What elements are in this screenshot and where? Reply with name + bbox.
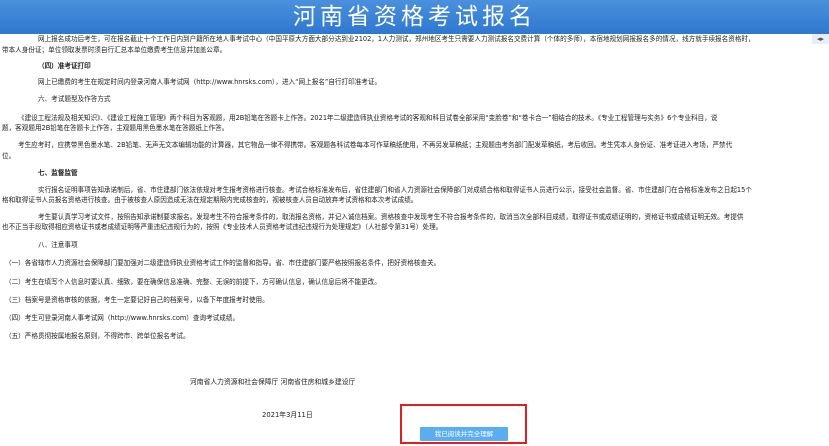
notice-document: 网上报名成功后考生，可在报名截止十个工作日内到户籍所在地人事考试中心（中国平原大… <box>0 0 829 446</box>
list-item: （三）档案号是资格审核的依据，考生一定要记好自己的档案号，以备下年度报考时使用。 <box>5 296 269 304</box>
issuer-signature: 河南省人力资源和社会保障厅 河南省住房和城乡建设厅 <box>190 378 356 386</box>
list-item: （五）严格贯彻按属地报名原则，不得跨市、跨单位报名考试。 <box>5 332 190 340</box>
list-item: （四）考生可登录河南人事考试网（http://www.hnrsks.com）查询… <box>5 314 240 322</box>
paragraph-text: 考生应考时，应携带黑色墨水笔、2B铅笔、无声无文本编辑功能的计算器，其它物品一律… <box>18 141 733 149</box>
paragraph-text: 网上报名成功后考生，可在报名截止十个工作日内到户籍所在地人事考试中心（中国平原大… <box>38 35 755 43</box>
paragraph-text: 题，客观题用2B铅笔在答题卡上作答，主观题用黑色墨水笔在答题纸上作答。 <box>2 124 229 132</box>
paragraph-text: 《建设工程法规及相关知识》、《建设工程施工管理》两个科目为客观题，用2B铅笔在答… <box>18 114 718 122</box>
list-item: （一）各省辖市人力资源社会保障部门要加强对二级建造师执业资格考试工作的监督和指导… <box>5 259 441 267</box>
paragraph-text: 位。 <box>2 152 16 160</box>
paragraph-text: 也不正当手段取得相应资格证书或者成绩证明等严重违纪违规行为的，按照《专业技术人员… <box>2 223 443 231</box>
paragraph-text: 网上已缴费的考生在规定时间内登录河南人事考试网（http://www.hnrsk… <box>38 78 382 86</box>
paragraph-text: 格和取得证书人员报名资格进行核查。由于被核查人原因造成无法在规定期限内完成核查的… <box>2 196 418 204</box>
section-heading: 八、注意事项 <box>38 241 78 249</box>
list-item: （二）考生在填写个人信息时要认真、细致，要在确保信息准确、完整、无误的前提下，方… <box>5 278 381 286</box>
confirm-read-button[interactable]: 我已阅读并完全理解 <box>420 427 508 441</box>
paragraph-text: 考生要认真学习考试文件，按照告知承诺制要求报名。发现考生不符合报考条件的，取消报… <box>38 213 744 221</box>
section-heading: （四）准考证打印 <box>38 62 91 70</box>
section-heading: 六、考试题型及作答方式 <box>38 95 111 103</box>
section-heading: 七、监督监管 <box>38 169 78 177</box>
issue-date: 2021年3月11日 <box>262 411 313 419</box>
paragraph-text: 实行报名证明事项告知承诺制后，省、市住建部门依法依规对考生报考资格进行核查。考试… <box>38 186 752 194</box>
paragraph-text: 带本人身份证；单位领取发票时须自行汇总本单位缴费考生信息并加盖公章。 <box>2 46 227 54</box>
